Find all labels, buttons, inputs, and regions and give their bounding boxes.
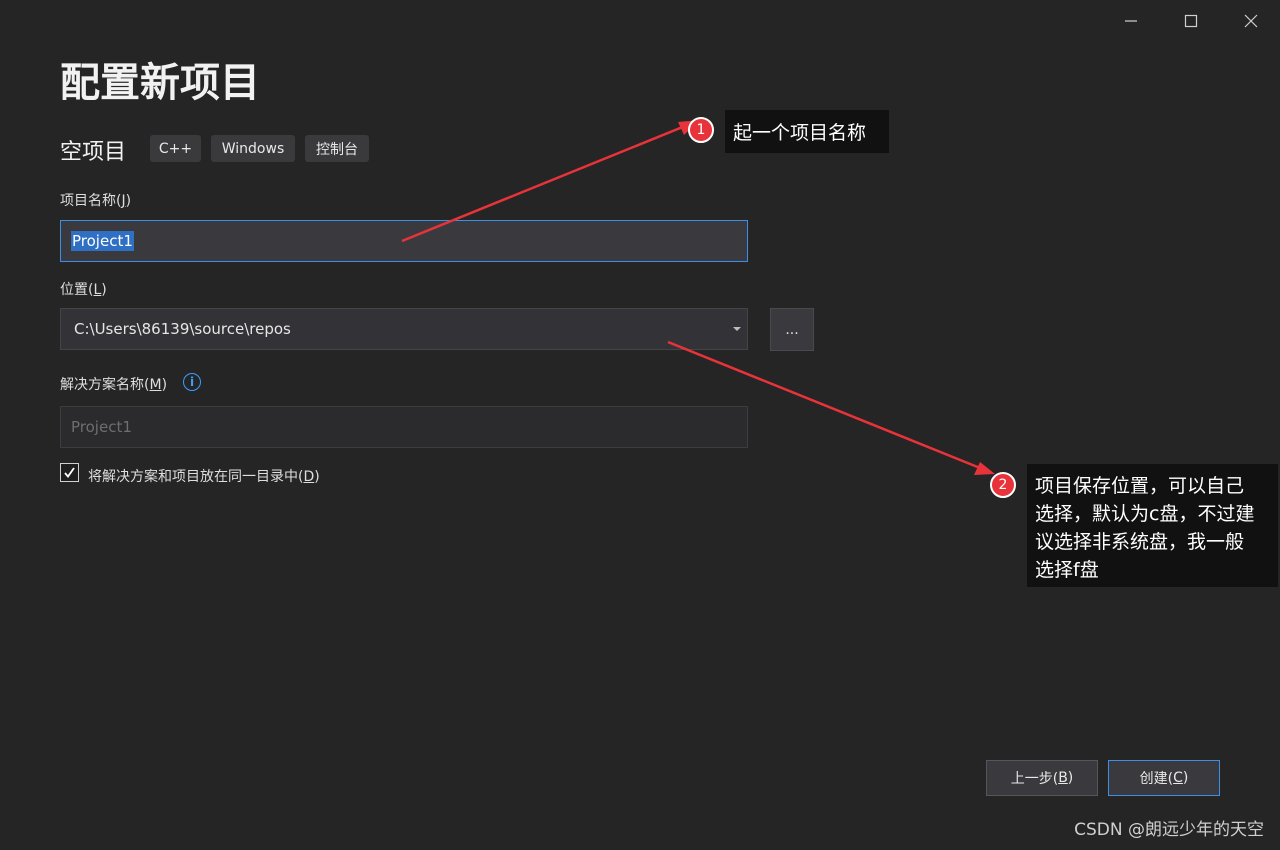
info-icon[interactable]: i [183, 373, 201, 391]
page-title: 配置新项目 [60, 60, 260, 106]
annotation-badge-2: 2 [990, 472, 1016, 498]
annotation-arrowhead-2 [974, 462, 995, 475]
same-directory-checkbox[interactable] [60, 463, 79, 482]
annotation-line: 议选择非系统盘，我一般 [1035, 531, 1245, 553]
maximize-icon[interactable] [1178, 8, 1204, 34]
annotation-callout-1: 起一个项目名称 [725, 110, 889, 153]
annotation-line: 选择f盘 [1035, 559, 1099, 581]
minimize-icon[interactable] [1118, 8, 1144, 34]
create-button[interactable]: 创建(C) [1108, 760, 1220, 796]
close-icon[interactable] [1238, 8, 1264, 34]
solution-name-placeholder: Project1 [71, 418, 132, 436]
project-name-value: Project1 [71, 231, 134, 251]
solution-name-input: Project1 [60, 406, 748, 448]
tag-windows: Windows [211, 135, 295, 162]
tag-console: 控制台 [305, 135, 369, 162]
same-directory-label[interactable]: 将解决方案和项目放在同一目录中(D) [88, 466, 320, 486]
location-value: C:\Users\86139\source\repos [74, 320, 291, 338]
annotation-line: 选择，默认为c盘，不过建 [1035, 503, 1255, 525]
location-label: 位置(L) [60, 282, 107, 298]
tag-cpp: C++ [150, 135, 201, 162]
annotation-line: 项目保存位置，可以自己 [1035, 475, 1245, 497]
template-name: 空项目 [60, 140, 127, 165]
project-name-label: 项目名称(J) [60, 193, 132, 209]
project-name-input[interactable]: Project1 [60, 220, 748, 262]
solution-name-label: 解决方案名称(M) [60, 377, 168, 393]
watermark: CSDN @朗远少年的天空 [1074, 820, 1264, 840]
dropdown-arrow-icon[interactable] [733, 327, 741, 331]
location-combobox[interactable]: C:\Users\86139\source\repos [60, 308, 748, 350]
annotation-callout-2: 项目保存位置，可以自己 选择，默认为c盘，不过建 议选择非系统盘，我一般 选择f… [1027, 464, 1278, 587]
browse-button[interactable]: ... [770, 308, 814, 351]
annotation-badge-1: 1 [688, 117, 714, 143]
back-button[interactable]: 上一步(B) [986, 760, 1098, 796]
